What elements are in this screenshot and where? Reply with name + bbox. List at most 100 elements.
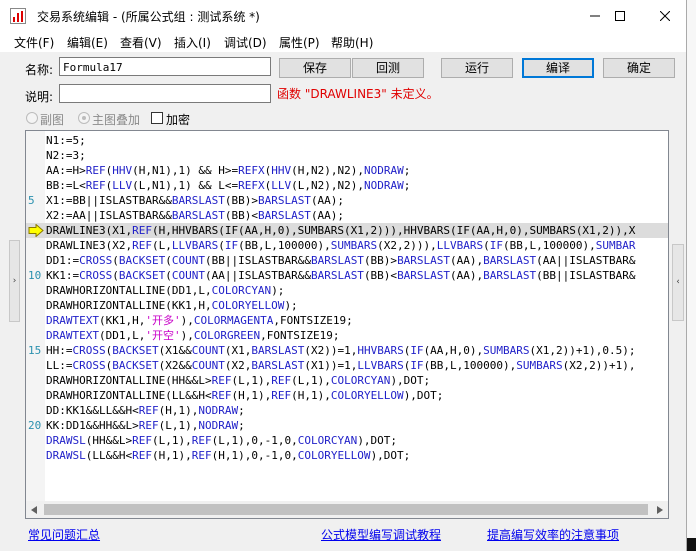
code-token: (BB)< [224,209,258,222]
horizontal-scroll-thumb[interactable] [44,504,648,515]
code-line[interactable]: AA:=H>REF(HHV(H,N1),1) && H>=REFX(HHV(H,… [26,163,668,178]
encrypt-checkbox[interactable] [151,112,163,124]
faq-link[interactable]: 常见问题汇总 [28,526,100,543]
code-token: (KK1,H, [98,314,146,327]
code-token: NODRAW [198,404,239,417]
horizontal-scrollbar[interactable] [26,501,668,518]
code-line[interactable]: 10 KK1:=CROSS(BACKSET(COUNT(AA||ISLASTBAR… [26,268,668,283]
code-line[interactable]: DD:KK1&&LL&&H<REF(H,1),NODRAW; [26,403,668,418]
code-editor[interactable]: N1:=5; N2:=3; AA:=H>REF(HHV(H,N1),1) && H>… [25,130,669,519]
code-token: NODRAW [363,179,404,192]
code-token: (L,N1),1) && L<= [132,179,239,192]
code-line[interactable]: DRAWHORIZONTALLINE(HH&&L>REF(L,1),REF(L,… [26,373,668,388]
menu-properties[interactable]: 属性(P) [279,34,320,51]
left-panel-tab[interactable]: › [9,240,20,322]
code-line[interactable]: LL:=CROSS(BACKSET(X2&&COUNT(X2,BARSLAST(… [26,358,668,373]
code-token: COUNT [191,344,225,357]
code-token: COUNT [171,254,205,267]
code-token: BB:=L< [46,179,86,192]
code-token: ); [284,299,298,312]
code-token: (H,HHVBARS(IF(AA,H,0),SUMBARS(X1,2))),HH… [151,224,636,237]
code-token: COLORGREEN [193,329,261,342]
code-token: (X2))=1, [304,344,358,357]
code-line[interactable]: DD1:=CROSS(BACKSET(COUNT(BB||ISLASTBAR&&… [26,253,668,268]
current-line-arrow-icon [28,224,44,237]
code-token: BARSLAST [483,269,537,282]
code-token: (L,1), [158,419,199,432]
code-token: CROSS [72,344,106,357]
ok-button[interactable]: 确定 [603,58,675,78]
code-line[interactable]: N2:=3; [26,148,668,163]
code-token: KK:DD1&&HH&&L> [46,419,139,432]
save-button[interactable]: 保存 [279,58,351,78]
code-token: DRAWHORIZONTALLINE(KK1,H, [46,299,212,312]
code-token: NODRAW [363,164,404,177]
backtest-button[interactable]: 回测 [352,58,424,78]
line-number: 10 [28,269,42,282]
run-button[interactable]: 运行 [441,58,513,78]
code-token: REFX [238,164,265,177]
menu-file[interactable]: 文件(F) [14,34,54,51]
code-token: COLORYELLOW [211,299,285,312]
maximize-button[interactable] [597,0,643,32]
code-token: (L,1), [151,434,192,447]
code-token: (BB,L,100000), [238,239,331,252]
close-button[interactable] [642,0,688,32]
code-text: KK1:=CROSS(BACKSET(COUNT(AA||ISLASTBAR&&… [46,268,636,283]
code-token: (AA); [310,209,345,222]
code-token: (L,N2),N2), [291,179,364,192]
code-line[interactable]: X2:=AA||ISLASTBAR&&BARSLAST(BB)<BARSLAST… [26,208,668,223]
code-token: DRAWHORIZONTALLINE(HH&&L> [46,374,212,387]
code-line[interactable]: DRAWSL(HH&&L>REF(L,1),REF(L,1),0,-1,0,CO… [26,433,668,448]
code-token: (BB||ISLASTBAR&& [204,254,311,267]
code-token: BARSLAST [251,359,305,372]
code-token: BARSLAST [257,194,311,207]
code-token: (H,1), [231,389,272,402]
tutorial-link[interactable]: 公式模型编写调试教程 [321,526,441,543]
description-label: 说明: [25,90,54,104]
name-field[interactable]: Formula17 [59,57,271,76]
sub-chart-radio[interactable] [26,112,38,124]
main-overlay-radio[interactable] [78,112,90,124]
code-token: REF [191,449,212,462]
code-token: ( [112,254,119,267]
code-token: SUMBARS [483,344,530,357]
code-line[interactable]: DRAWHORIZONTALLINE(KK1,H,COLORYELLOW); [26,298,668,313]
code-line[interactable]: DRAWHORIZONTALLINE(DD1,L,COLORCYAN); [26,283,668,298]
code-line[interactable]: 5 X1:=BB||ISLASTBAR&&BARSLAST(BB)>BARSLAS… [26,193,668,208]
code-token: DRAWTEXT [46,329,99,342]
code-line[interactable]: DRAWTEXT(KK1,H,'开多'),COLORMAGENTA,FONTSI… [26,313,668,328]
menu-insert[interactable]: 插入(I) [174,34,211,51]
menu-debug[interactable]: 调试(D) [224,34,267,51]
code-token: REF [191,434,212,447]
main-overlay-label: 主图叠加 [92,113,141,127]
error-message: 函数 "DRAWLINE3" 未定义。 [277,87,439,101]
code-token: ( [218,239,225,252]
right-panel-tab[interactable]: ‹ [672,244,684,321]
code-line[interactable]: DRAWLINE3(X1,REF(H,HHVBARS(IF(AA,H,0),SU… [26,223,668,238]
code-line[interactable]: 20 KK:DD1&&HH&&L>REF(L,1),NODRAW; [26,418,668,433]
code-token: IF [410,344,424,357]
code-line[interactable]: DRAWSL(LL&&H<REF(H,1),REF(H,1),0,-1,0,CO… [26,448,668,463]
description-field[interactable] [59,84,271,103]
code-token: DRAWSL [46,449,86,462]
code-token: COLORCYAN [297,434,358,447]
efficiency-tips-link[interactable]: 提高编写效率的注意事项 [487,526,619,543]
title-bar[interactable]: 交易系统编辑 - (所属公式组 : 测试系统 *) [0,0,686,32]
compile-button[interactable]: 编译 [522,58,594,78]
code-token: (BB||ISLASTBAR& [536,269,636,282]
code-token: (BB)> [363,254,398,267]
code-token: BARSLAST [257,209,311,222]
code-line[interactable]: BB:=L<REF(LLV(L,N1),1) && L<=REFX(LLV(L,… [26,178,668,193]
code-line[interactable]: N1:=5; [26,133,668,148]
code-token: (BB)< [363,269,398,282]
code-line[interactable]: DRAWTEXT(DD1,L,'开空'),COLORGREEN,FONTSIZE… [26,328,668,343]
menu-edit[interactable]: 编辑(E) [67,34,108,51]
code-token: REFX [238,179,265,192]
menu-view[interactable]: 查看(V) [120,34,162,51]
code-line[interactable]: DRAWHORIZONTALLINE(LL&&H<REF(H,1),REF(H,… [26,388,668,403]
code-token: BACKSET [112,359,159,372]
code-line[interactable]: DRAWLINE3(X2,REF(L,LLVBARS(IF(BB,L,10000… [26,238,668,253]
code-line[interactable]: 15 HH:=CROSS(BACKSET(X1&&COUNT(X1,BARSLAS… [26,343,668,358]
menu-help[interactable]: 帮助(H) [331,34,373,51]
